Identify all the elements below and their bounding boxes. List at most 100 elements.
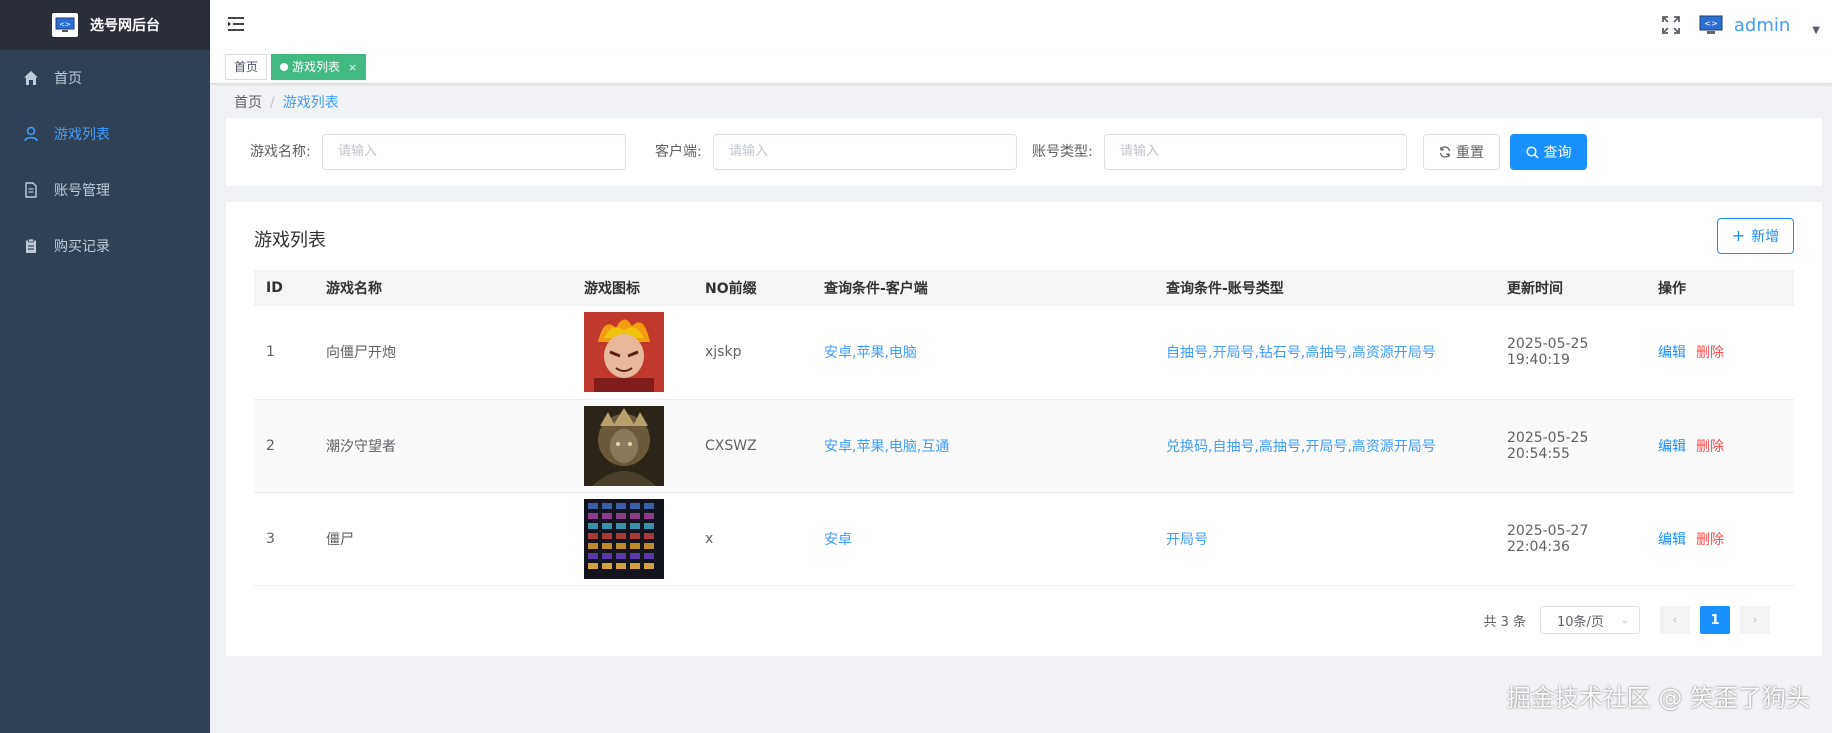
next-page-button[interactable]: ›: [1740, 606, 1770, 634]
page-size-select[interactable]: 10条/页 ⌄: [1540, 606, 1640, 634]
plus-icon: +: [1731, 226, 1746, 245]
delete-link[interactable]: 删除: [1696, 532, 1724, 548]
game-icon-image: [584, 312, 664, 393]
logo-icon: <>: [52, 13, 78, 37]
cell-updated: 2025-05-27 22:04:36: [1495, 492, 1646, 586]
add-button[interactable]: + 新增: [1717, 218, 1794, 254]
cell-icon: [572, 399, 693, 493]
account-type-label: 账号类型:: [1032, 144, 1093, 160]
cell-icon: [572, 306, 693, 400]
cell-name: 潮汐守望者: [314, 399, 572, 493]
chevron-left-icon: ‹: [1672, 612, 1678, 628]
game-name-input[interactable]: 请输入: [322, 134, 626, 170]
close-icon[interactable]: ×: [348, 61, 357, 74]
sidebar-item-game-list[interactable]: 游戏列表: [0, 106, 210, 162]
table-header-row: ID 游戏名称 游戏图标 NO前缀 查询条件-客户端 查询条件-账号类型 更新时…: [254, 270, 1794, 306]
document-icon: [22, 181, 40, 199]
sidebar-item-label: 账号管理: [54, 183, 110, 199]
page-number-current[interactable]: 1: [1700, 606, 1730, 634]
table-row: 3 僵尸 x 安卓 开局号 2025-05-27 22:04:36 编辑 删除: [254, 492, 1794, 586]
reset-button[interactable]: 重置: [1423, 134, 1500, 170]
tags-view: 首页 游戏列表 ×: [210, 50, 1832, 84]
card-title: 游戏列表: [254, 230, 326, 251]
user-icon: [22, 125, 40, 143]
pagination: 共 3 条 10条/页 ⌄ ‹ 1 ›: [1483, 606, 1770, 634]
sidebar-item-purchase-records[interactable]: 购买记录: [0, 218, 210, 274]
svg-text:<>: <>: [59, 21, 71, 29]
chevron-right-icon: ›: [1752, 612, 1758, 628]
cell-clients: 安卓,苹果,电脑: [812, 306, 1154, 400]
column-header: ID: [254, 270, 314, 306]
column-header: 查询条件-客户端: [812, 270, 1154, 306]
cell-id: 2: [254, 399, 314, 493]
cell-clients: 安卓,苹果,电脑,互通: [812, 399, 1154, 493]
sidebar-item-account-management[interactable]: 账号管理: [0, 162, 210, 218]
cell-prefix: x: [693, 492, 812, 586]
cell-actions: 编辑 删除: [1646, 306, 1794, 400]
client-input[interactable]: 请输入: [713, 134, 1017, 170]
sidebar-item-label: 首页: [54, 71, 82, 87]
sidebar: <> 选号网后台 首页 游戏列表 账号管理 购买记录: [0, 0, 210, 733]
delete-link[interactable]: 删除: [1696, 345, 1724, 361]
fullscreen-icon[interactable]: [1661, 15, 1681, 35]
search-icon: [1525, 145, 1539, 159]
home-icon: [22, 69, 40, 87]
account-type-input[interactable]: 请输入: [1104, 134, 1407, 170]
app-title: 选号网后台: [90, 18, 160, 34]
sidebar-item-home[interactable]: 首页: [0, 50, 210, 106]
top-navbar: <> admin ▼: [210, 0, 1832, 50]
delete-link[interactable]: 删除: [1696, 439, 1724, 455]
cell-prefix: xjskp: [693, 306, 812, 400]
clipboard-icon: [22, 237, 40, 255]
edit-link[interactable]: 编辑: [1658, 345, 1686, 361]
column-header: 更新时间: [1495, 270, 1646, 306]
breadcrumb-current: 游戏列表: [282, 95, 339, 111]
breadcrumb-separator: /: [270, 95, 275, 111]
cell-updated: 2025-05-25 19:40:19: [1495, 306, 1646, 400]
edit-link[interactable]: 编辑: [1658, 439, 1686, 455]
add-button-label: 新增: [1751, 229, 1780, 245]
game-name-label: 游戏名称:: [250, 144, 311, 160]
avatar[interactable]: <>: [1699, 15, 1723, 35]
prev-page-button[interactable]: ‹: [1660, 606, 1690, 634]
search-panel: 游戏名称: 请输入 客户端: 请输入 账号类型: 请输入 重置 查询: [226, 118, 1822, 186]
tag-label: 游戏列表: [292, 60, 341, 74]
tag-game-list[interactable]: 游戏列表 ×: [271, 54, 367, 80]
client-label: 客户端:: [655, 144, 702, 160]
breadcrumb-home[interactable]: 首页: [234, 95, 262, 111]
query-button[interactable]: 查询: [1510, 134, 1587, 170]
table-row: 2 潮汐守望者 CXSWZ 安卓,苹果,电脑,互通 兑换码,自抽号,高抽号,开局…: [254, 399, 1794, 493]
watermark: 掘金技术社区 @ 笑歪了狗头: [1506, 684, 1810, 712]
tag-home[interactable]: 首页: [225, 54, 268, 80]
pagination-total: 共 3 条: [1483, 614, 1526, 630]
column-header: 查询条件-账号类型: [1154, 270, 1495, 306]
game-icon-image: [584, 498, 664, 579]
breadcrumb: 首页 / 游戏列表: [234, 92, 339, 112]
logo[interactable]: <> 选号网后台: [0, 0, 210, 50]
query-button-label: 查询: [1543, 145, 1572, 161]
page-size-value: 10条/页: [1557, 614, 1604, 630]
reset-button-label: 重置: [1456, 145, 1484, 161]
cell-name: 向僵尸开炮: [314, 306, 572, 400]
cell-updated: 2025-05-25 20:54:55: [1495, 399, 1646, 493]
column-header: 游戏图标: [572, 270, 693, 306]
cell-id: 1: [254, 306, 314, 400]
cell-id: 3: [254, 492, 314, 586]
game-list-card: 游戏列表 + 新增 ID 游戏名称 游戏图标 NO前缀 查询条件-客户端 查询条…: [226, 202, 1822, 656]
edit-link[interactable]: 编辑: [1658, 532, 1686, 548]
refresh-icon: [1439, 146, 1451, 158]
cell-account-types: 兑换码,自抽号,高抽号,开局号,高资源开局号: [1154, 399, 1495, 493]
tag-label: 首页: [234, 60, 259, 74]
username[interactable]: admin: [1734, 15, 1790, 36]
sidebar-item-label: 购买记录: [54, 239, 110, 255]
caret-down-icon[interactable]: ▼: [1812, 25, 1820, 36]
cell-actions: 编辑 删除: [1646, 492, 1794, 586]
cell-account-types: 开局号: [1154, 492, 1495, 586]
cell-clients: 安卓: [812, 492, 1154, 586]
hamburger-menu-icon[interactable]: [227, 15, 247, 35]
cell-icon: [572, 492, 693, 586]
column-header: NO前缀: [693, 270, 812, 306]
game-icon-image: [584, 405, 664, 486]
active-dot-icon: [280, 62, 288, 71]
svg-text:<>: <>: [1704, 19, 1717, 28]
